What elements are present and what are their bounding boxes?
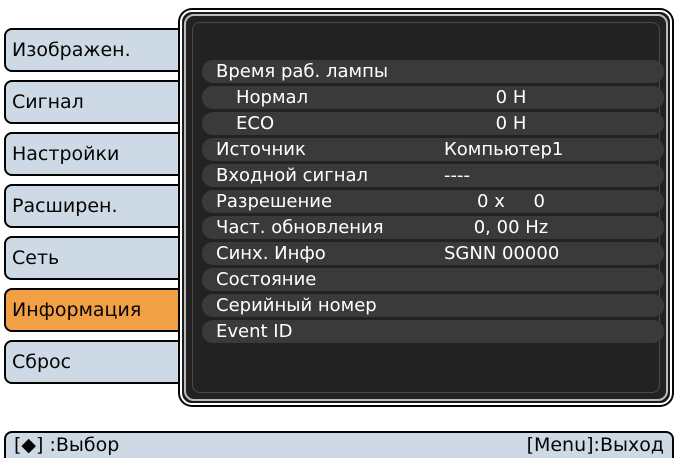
event-id-label: Event ID [216,321,293,342]
serial-number-label: Серийный номер [216,295,377,316]
row-resolution: Разрешение 0 x 0 [202,190,664,213]
eco-value: 0 H [495,113,527,134]
tab-image[interactable]: Изображен. [4,28,190,72]
refresh-rate-value: 0, 00 Hz [473,217,549,238]
sync-info-label: Синх. Инфо [216,243,326,264]
row-source: Источник Компьютер1 [202,138,664,161]
row-event-id: Event ID [202,320,664,343]
tab-extended[interactable]: Расширен. [4,184,190,228]
source-label: Источник [216,139,306,160]
resolution-label: Разрешение [216,191,333,212]
lamp-time-label: Время раб. лампы [216,61,389,82]
tab-information[interactable]: Информация [4,288,190,332]
row-refresh-rate: Част. обновления 0, 00 Hz [202,216,664,239]
row-input-signal: Входной сигнал ---- [202,164,664,187]
row-lamp-time: Время раб. лампы [202,60,664,83]
row-sync-info: Синх. Инфо SGNN 00000 [202,242,664,265]
footer-guide-bar: [◆] :Выбор [Menu]:Выход [4,431,674,458]
input-signal-value: ---- [444,165,470,186]
info-rows: Время раб. лампы Нормал 0 H ECO 0 H Исто… [202,60,664,346]
refresh-rate-label: Част. обновления [216,217,384,238]
tab-reset[interactable]: Сброс [4,340,190,384]
eco-label: ECO [236,113,275,134]
row-serial-number: Серийный номер [202,294,664,317]
source-value: Компьютер1 [444,139,564,160]
status-label: Состояние [216,269,317,290]
select-hint: [◆] :Выбор [14,434,120,456]
row-eco: ECO 0 H [202,112,664,135]
resolution-value: 0 x 0 [477,191,545,212]
normal-label: Нормал [236,87,309,108]
tab-signal[interactable]: Сигнал [4,80,190,124]
input-signal-label: Входной сигнал [216,165,369,186]
tab-settings[interactable]: Настройки [4,132,190,176]
sync-info-value: SGNN 00000 [444,243,560,264]
row-normal: Нормал 0 H [202,86,664,109]
exit-hint: [Menu]:Выход [526,434,664,456]
row-status: Состояние [202,268,664,291]
normal-value: 0 H [495,87,527,108]
tab-network[interactable]: Сеть [4,236,190,280]
